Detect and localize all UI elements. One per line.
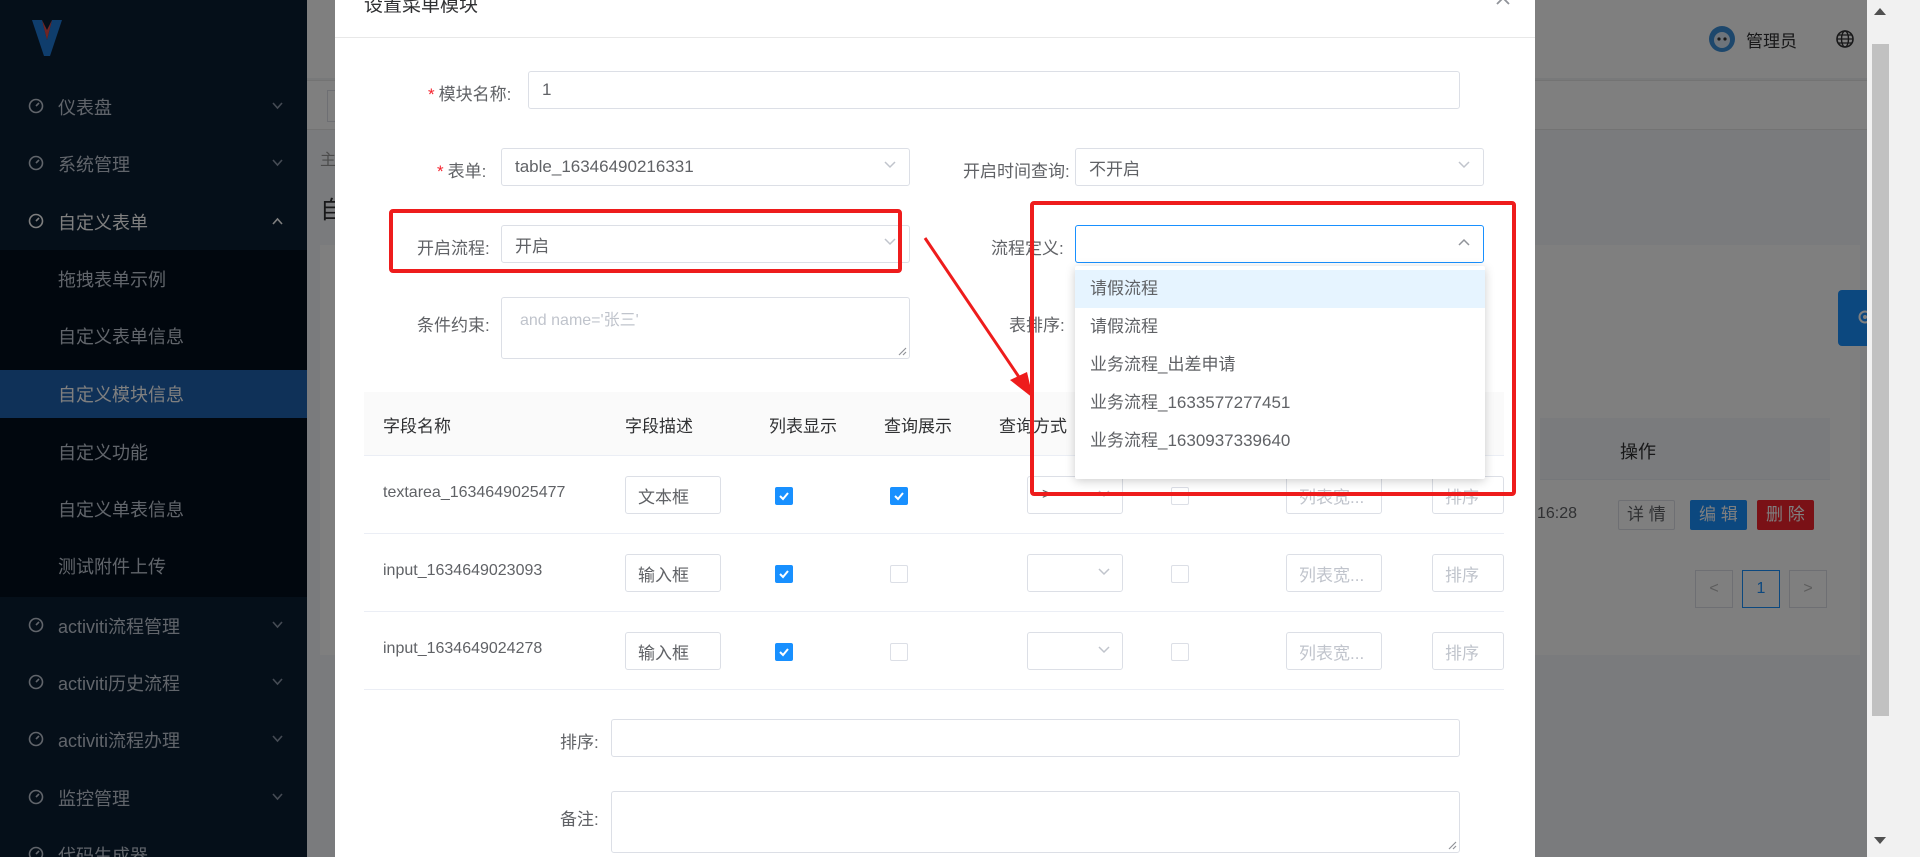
module-name-input[interactable]: 1 — [528, 71, 1460, 109]
list-show-checkbox[interactable] — [775, 643, 793, 661]
field-desc-input[interactable]: 输入框 — [625, 554, 721, 592]
remark-textarea[interactable] — [611, 791, 1460, 853]
list-show-checkbox[interactable] — [775, 565, 793, 583]
list-width-input[interactable]: 列表宽... — [1286, 632, 1382, 670]
scroll-up-arrow-icon[interactable] — [1873, 6, 1887, 16]
field-desc-input[interactable]: 文本框 — [625, 476, 721, 514]
form-select[interactable]: table_16346490216331 — [501, 148, 910, 186]
scroll-down-arrow-icon[interactable] — [1873, 836, 1887, 846]
field-name: input_1634649024278 — [383, 640, 543, 657]
sort-label: 排序: — [560, 733, 599, 752]
chevron-down-icon — [1098, 568, 1110, 576]
form-label: * 表单: — [437, 162, 487, 181]
annotation-box-flow-definition — [1030, 201, 1516, 496]
module-name-label: * 模块名称: — [428, 85, 512, 104]
remark-label: 备注: — [560, 810, 599, 829]
list-show-checkbox[interactable] — [775, 487, 793, 505]
condition-textarea[interactable]: and name='张三' — [501, 297, 910, 359]
chevron-down-icon — [1458, 161, 1470, 169]
dialog-header: 设置菜单模块 — [335, 0, 1535, 38]
resize-grip-icon[interactable] — [897, 346, 907, 356]
column-header: 字段名称 — [383, 417, 451, 436]
chevron-down-icon — [1098, 646, 1110, 654]
query-mode-select[interactable] — [1027, 632, 1123, 670]
query-show-checkbox[interactable] — [890, 487, 908, 505]
time-query-label: 开启时间查询: — [963, 162, 1070, 181]
extra-checkbox[interactable] — [1171, 643, 1189, 661]
field-sort-input[interactable]: 排序 — [1432, 554, 1504, 592]
column-header: 列表显示 — [769, 417, 837, 436]
list-width-input[interactable]: 列表宽... — [1286, 554, 1382, 592]
sort-input[interactable] — [611, 719, 1460, 757]
field-desc-input[interactable]: 输入框 — [625, 632, 721, 670]
time-query-select[interactable]: 不开启 — [1075, 148, 1484, 186]
close-icon[interactable] — [1495, 0, 1511, 6]
column-header: 查询展示 — [884, 417, 952, 436]
query-show-checkbox[interactable] — [890, 643, 908, 661]
table-row: input_1634649023093 输入框 列表宽... 排序 — [364, 534, 1504, 612]
field-sort-input[interactable]: 排序 — [1432, 632, 1504, 670]
chevron-down-icon — [884, 161, 896, 169]
field-name: textarea_1634649025477 — [383, 484, 566, 501]
query-mode-select[interactable] — [1027, 554, 1123, 592]
resize-grip-icon[interactable] — [1447, 840, 1457, 850]
column-header: 字段描述 — [625, 417, 693, 436]
condition-label: 条件约束: — [417, 316, 490, 335]
annotation-box-enable-flow — [389, 209, 902, 273]
field-name: input_1634649023093 — [383, 562, 543, 579]
scrollbar-thumb[interactable] — [1872, 44, 1889, 716]
table-row: input_1634649024278 输入框 列表宽... 排序 — [364, 612, 1504, 690]
extra-checkbox[interactable] — [1171, 565, 1189, 583]
dialog-title: 设置菜单模块 — [364, 0, 479, 16]
query-show-checkbox[interactable] — [890, 565, 908, 583]
